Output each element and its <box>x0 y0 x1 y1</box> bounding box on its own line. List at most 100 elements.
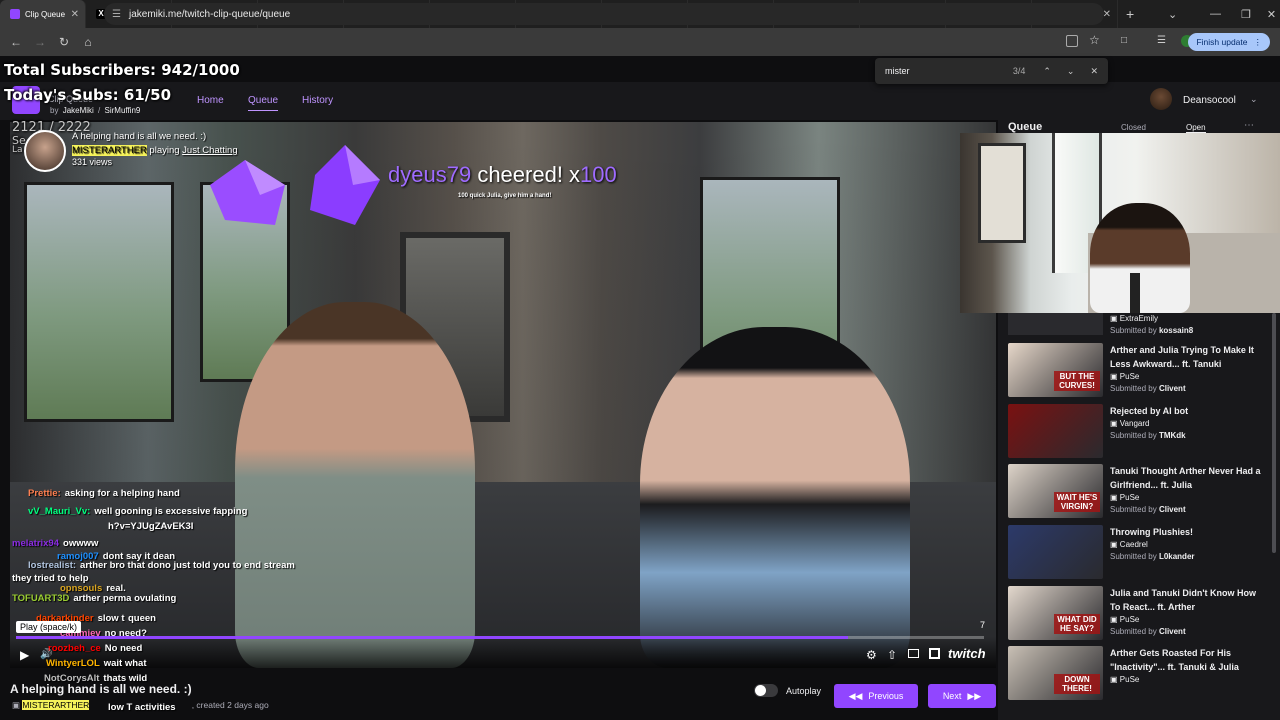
byline: by JakeMiki / SirMuffin9 <box>50 106 141 115</box>
queue-item-title[interactable]: Rejected by AI bot <box>1110 404 1262 418</box>
next-button[interactable]: Next ▶▶ <box>928 684 996 708</box>
reload-icon[interactable]: ↻ <box>52 35 76 49</box>
close-window-icon[interactable]: ✕ <box>1267 8 1276 21</box>
queue-item-title[interactable]: Throwing Plushies! <box>1110 525 1262 539</box>
cheer-user: dyeus79 <box>388 162 472 187</box>
extensions-icon[interactable]: □ <box>1121 35 1127 46</box>
chat-line: roozbeh_ce No need <box>48 643 142 654</box>
cheer-amount: 100 <box>580 162 617 187</box>
close-tab-icon[interactable]: ✕ <box>71 9 79 20</box>
forward-icon[interactable]: → <box>28 35 52 49</box>
find-close-icon[interactable]: ✕ <box>1090 66 1098 77</box>
queue-item-thumbnail[interactable]: DOWN THERE! <box>1008 646 1103 700</box>
queue-item-thumbnail[interactable] <box>1008 525 1103 579</box>
submitted-by-label: Submitted by <box>1110 505 1157 514</box>
queue-item-submitter-name: Clivent <box>1158 384 1186 393</box>
find-next-icon[interactable]: ⌄ <box>1067 66 1075 77</box>
queue-item-thumbnail[interactable]: BUT THE CURVES! <box>1008 343 1103 397</box>
queue-item-channel-0-text: ExtraEmily <box>1119 314 1159 323</box>
twitch-logo[interactable]: twitch <box>948 646 986 661</box>
url-field[interactable]: ☰ jakemiki.me/twitch-clip-queue/queue <box>104 3 1104 25</box>
queue-item[interactable]: Rejected by AI bot ▣ Vangard Submitted by … <box>1008 404 1270 462</box>
footer-channel-name[interactable]: MISTERARTHER <box>22 700 90 710</box>
previous-label: Previous <box>868 691 904 701</box>
author-sirmuffin9[interactable]: SirMuffin9 <box>105 106 141 115</box>
queue-item-submitter-0-name: kossain8 <box>1158 326 1194 335</box>
queue-item[interactable]: WHAT DID HE SAY? Julia and Tanuki Didn't … <box>1008 586 1270 644</box>
chat-message: h?v=YJUgZAvEK3I <box>108 521 194 532</box>
settings-gear-icon[interactable]: ⚙ <box>866 648 877 662</box>
fullscreen-icon[interactable] <box>929 648 940 659</box>
cheer-alert: dyeus79 cheered! x100 <box>388 162 617 188</box>
queue-item[interactable]: BUT THE CURVES! Arther and Julia Trying T… <box>1008 343 1270 401</box>
footer-clip-title: A helping hand is all we need. :) <box>10 682 192 696</box>
queue-scrollbar[interactable] <box>1272 313 1276 553</box>
queue-item-title[interactable]: Arther and Julia Trying To Make It Less … <box>1110 343 1262 371</box>
queue-item-submitter: Submitted by L0kander <box>1110 552 1195 561</box>
share-icon[interactable]: ⇧ <box>887 648 897 662</box>
bookmark-star-icon[interactable]: ☆ <box>1089 33 1100 47</box>
home-icon[interactable]: ⌂ <box>76 35 100 49</box>
find-prev-icon[interactable]: ⌃ <box>1043 66 1051 77</box>
find-count: 3/4 <box>1012 66 1026 76</box>
channel-name-highlight[interactable]: MISTERARTHER <box>72 145 147 156</box>
user-name[interactable]: Deansocool <box>1183 95 1236 106</box>
find-input[interactable]: mister <box>885 66 1013 76</box>
submitted-by-label: Submitted by <box>1110 326 1157 335</box>
back-icon[interactable]: ← <box>4 35 28 49</box>
queue-item-submitter: Submitted by Clivent <box>1110 627 1186 636</box>
queue-item-channel-name: PuSe <box>1119 372 1140 381</box>
channel-avatar[interactable] <box>24 130 66 172</box>
seek-bar-progress <box>16 636 849 639</box>
queue-item-thumbnail[interactable]: WAIT HE'S VIRGIN? <box>1008 464 1103 518</box>
user-avatar[interactable] <box>1150 88 1172 110</box>
seek-bar[interactable] <box>16 636 984 639</box>
site-info-icon[interactable]: ☰ <box>112 9 121 20</box>
chat-message: asking for a helping hand <box>64 488 180 499</box>
queue-item-thumbnail[interactable] <box>1008 404 1103 458</box>
queue-item[interactable]: Throwing Plushies! ▣ Caedrel Submitted by … <box>1008 525 1270 583</box>
chat-line: melatrix94 owwww <box>12 538 98 549</box>
minimize-icon[interactable]: — <box>1210 8 1221 20</box>
author-jakemiki[interactable]: JakeMiki <box>63 106 94 115</box>
nav-history[interactable]: History <box>302 95 333 106</box>
finish-update-button[interactable]: Finish update ⋮ <box>1188 33 1270 51</box>
webcam-mic <box>1130 273 1140 313</box>
video-window-left <box>24 182 174 422</box>
queue-item-thumb-0[interactable] <box>1008 313 1103 335</box>
volume-icon[interactable]: 🔊 <box>40 649 52 660</box>
queue-item[interactable]: DOWN THERE! Arther Gets Roasted For His "… <box>1008 646 1270 704</box>
queue-item-title[interactable]: Julia and Tanuki Didn't Know How To Reac… <box>1110 586 1262 614</box>
video-player[interactable] <box>10 122 996 668</box>
queue-item-title[interactable]: Tanuki Thought Arther Never Had a Girlfr… <box>1110 464 1262 492</box>
user-menu-chevron-icon[interactable]: ⌄ <box>1250 94 1258 105</box>
restore-icon[interactable]: ❐ <box>1241 8 1251 21</box>
nav-queue[interactable]: Queue <box>248 95 279 111</box>
miniplayer-icon[interactable] <box>908 649 919 658</box>
translate-icon[interactable] <box>1066 35 1078 47</box>
queue-item-title[interactable]: Arther Gets Roasted For His "Inactivity"… <box>1110 646 1262 674</box>
queue-item-channel: ▣ Vangard <box>1110 419 1149 428</box>
reading-list-icon[interactable]: ☰ <box>1157 35 1166 46</box>
queue-menu-icon[interactable]: ⋯ <box>1244 120 1254 131</box>
chat-line: WintyerLOL wait what <box>46 658 147 669</box>
play-tooltip: Play (space/k) <box>16 621 82 633</box>
previous-icon: ◀◀ <box>848 690 863 701</box>
play-icon[interactable]: ▶ <box>20 648 29 662</box>
total-subs-overlay: Total Subscribers: 942/1000 <box>4 61 240 79</box>
chat-message: No need <box>104 643 143 654</box>
chat-username: WintyerLOL <box>46 658 100 669</box>
clip-channel-line: MISTERARTHER playing Just Chatting <box>72 145 238 156</box>
autoplay-toggle[interactable] <box>754 684 778 697</box>
tab-search-icon[interactable]: ⌄ <box>1168 0 1177 28</box>
previous-button[interactable]: ◀◀ Previous <box>834 684 918 708</box>
queue-item-channel-name: Vangard <box>1119 419 1150 428</box>
browser-tab[interactable]: Clip Queue ✕ <box>0 0 86 28</box>
category-link[interactable]: Just Chatting <box>182 145 237 156</box>
queue-closed-toggle[interactable]: Closed <box>1121 123 1146 132</box>
queue-item-thumbnail[interactable]: WHAT DID HE SAY? <box>1008 586 1103 640</box>
queue-open-toggle[interactable]: Open <box>1186 123 1206 133</box>
new-tab-icon[interactable]: + <box>1126 6 1134 22</box>
queue-item[interactable]: WAIT HE'S VIRGIN? Tanuki Thought Arther N… <box>1008 464 1270 522</box>
nav-home[interactable]: Home <box>197 95 224 106</box>
